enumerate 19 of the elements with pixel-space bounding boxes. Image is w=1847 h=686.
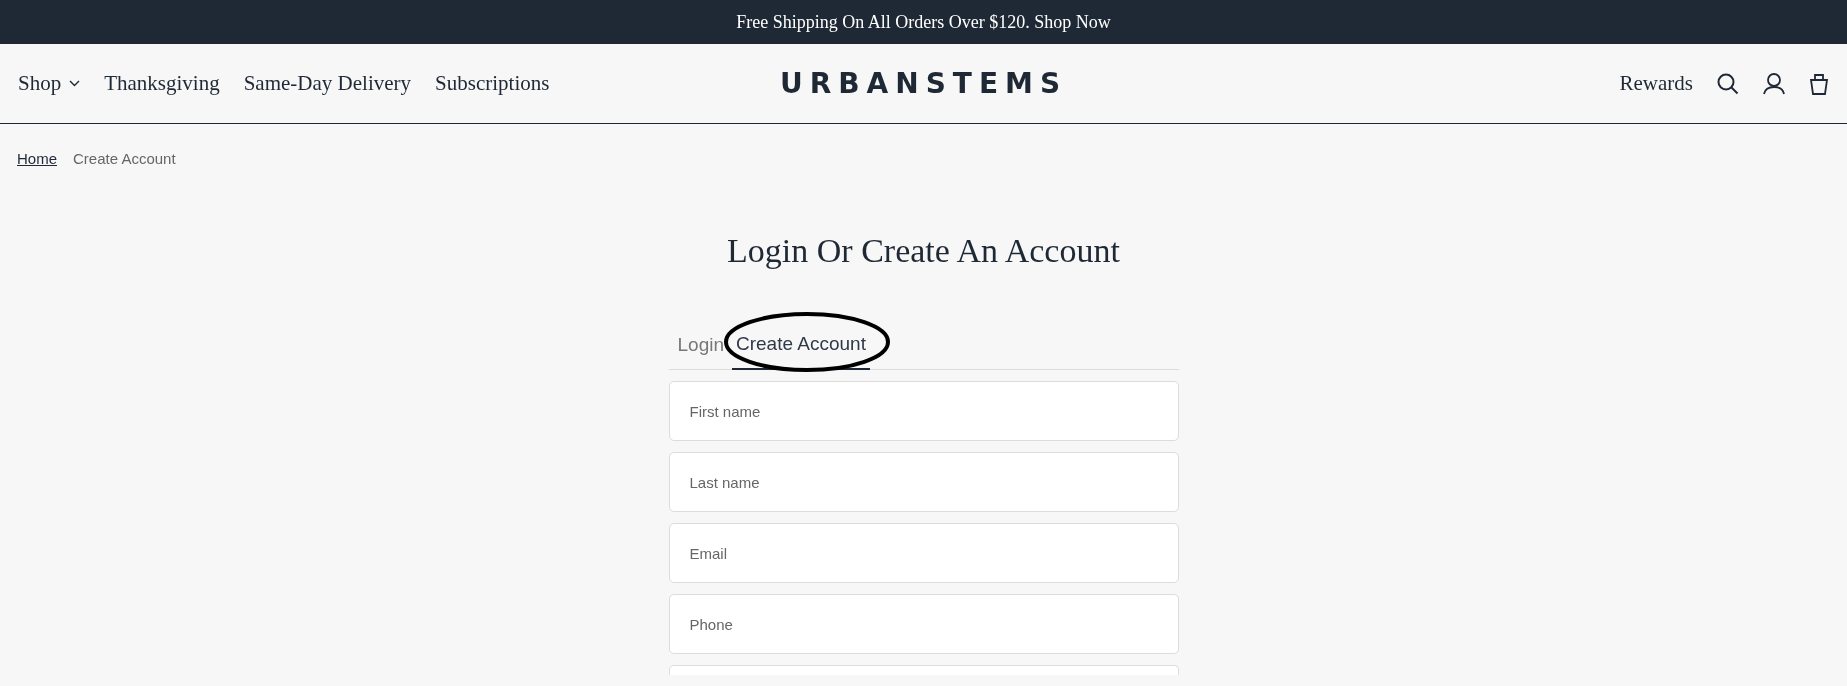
bag-icon[interactable] bbox=[1809, 72, 1829, 95]
search-icon[interactable] bbox=[1717, 72, 1739, 95]
input-field[interactable] bbox=[668, 665, 1179, 676]
breadcrumb-link[interactable]: Home bbox=[17, 148, 57, 171]
nav-link[interactable]: Same-Day Delivery bbox=[243, 67, 412, 100]
input-field[interactable]: First name bbox=[668, 381, 1179, 442]
nav-link[interactable]: Subscriptions bbox=[435, 67, 550, 100]
nav-link[interactable]: Shop bbox=[18, 67, 81, 100]
input-field[interactable]: Email bbox=[668, 523, 1179, 584]
input-field[interactable]: Phone bbox=[668, 594, 1179, 655]
announcement-text: Free Shipping On All Orders Over $120. Shop Now bbox=[736, 10, 1111, 34]
page-heading: Login Or Create An Account bbox=[726, 230, 1121, 271]
input-field[interactable]: Last name bbox=[668, 452, 1179, 513]
account-icon[interactable] bbox=[1763, 72, 1785, 95]
rewards-link[interactable]: Rewards bbox=[1619, 67, 1693, 100]
breadcrumb-current: Create Account bbox=[73, 149, 176, 169]
nav-link[interactable]: Thanksgiving bbox=[104, 67, 220, 100]
logo[interactable]: URBANSTEMS bbox=[779, 66, 1068, 100]
tab[interactable]: Login bbox=[673, 333, 728, 371]
